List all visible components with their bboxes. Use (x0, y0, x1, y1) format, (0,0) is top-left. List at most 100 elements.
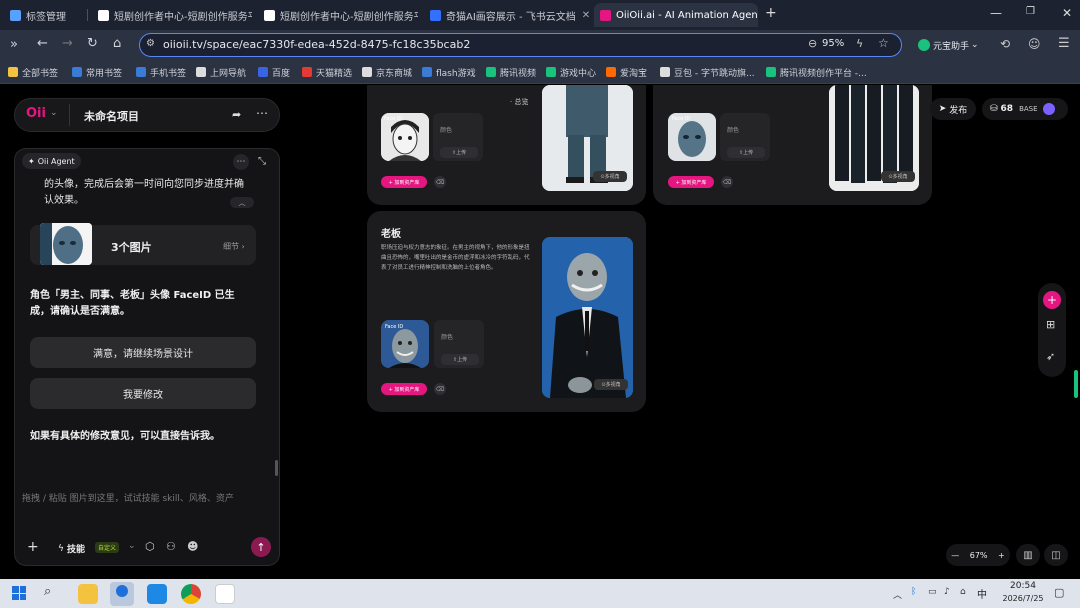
tab-overview[interactable]: · 总览 (510, 97, 528, 107)
qq-icon[interactable] (215, 584, 235, 604)
forward-icon[interactable]: → (62, 36, 73, 51)
more-icon[interactable]: ⋯ (233, 154, 249, 170)
battery-icon[interactable]: ▭ (928, 587, 937, 597)
close-icon[interactable]: ✕ (576, 10, 589, 21)
emoji-icon[interactable]: ☻ (187, 540, 198, 553)
publish-button[interactable]: ➤ 发布 (930, 98, 976, 120)
back-icon[interactable]: ← (37, 36, 48, 51)
chat-input[interactable]: 拖拽 / 粘贴 图片到这里，试试技能 skill、风格、资产 (22, 492, 272, 506)
zoom-out-icon[interactable]: — (951, 551, 959, 560)
notification-icon[interactable]: ▢ (1054, 586, 1064, 599)
app-logo[interactable]: Oii (26, 106, 46, 121)
volume-icon[interactable]: ♪ (944, 587, 950, 597)
delete-icon[interactable]: ⌫ (721, 176, 733, 188)
clock-time[interactable]: 20:54 (1003, 581, 1043, 591)
upload-button[interactable]: ⇪ 上传 (727, 147, 765, 158)
new-tab-button[interactable]: + (765, 5, 777, 21)
project-title[interactable]: 未命名项目 (84, 108, 139, 124)
tab-tag-manager[interactable]: 标签管理 (4, 3, 88, 27)
map-icon[interactable]: ▥ (1016, 544, 1040, 566)
multiview-button[interactable]: ⊙ 多视角 (881, 171, 915, 182)
clock-date[interactable]: 2026/7/25 (996, 594, 1050, 603)
people-icon[interactable]: ⚇ (166, 540, 176, 553)
profile-icon[interactable]: ☺ (1028, 37, 1041, 51)
zoom-in-icon[interactable]: + (998, 551, 1005, 560)
sidebar-toggle-icon[interactable]: » (10, 37, 18, 52)
share-icon[interactable]: ➦ (232, 108, 241, 121)
bookmark-games[interactable]: 游戏中心 (546, 65, 596, 79)
add-to-assets-button[interactable]: + 加到资产库 (381, 176, 427, 188)
upload-button[interactable]: ⇪ 上传 (440, 147, 478, 158)
detail-link[interactable]: 细节 › (223, 241, 245, 252)
bookmark-mobile[interactable]: 手机书签 (136, 65, 186, 79)
bookmark-all[interactable]: 全部书签 (8, 65, 58, 79)
explorer-icon[interactable] (78, 584, 98, 604)
ime-indicator[interactable]: 中 (977, 586, 987, 601)
chrome-icon[interactable] (181, 584, 201, 604)
delete-icon[interactable]: ⌫ (434, 383, 446, 395)
multiview-button[interactable]: ⊙ 多视角 (594, 379, 628, 390)
skills-button[interactable]: ϟ 技能 (58, 542, 85, 556)
character-fullbody-boss[interactable] (542, 237, 633, 398)
zoom-level[interactable]: 95% (822, 38, 844, 49)
chat-scrollbar[interactable] (275, 460, 278, 476)
cube-icon[interactable]: ⬡ (145, 540, 155, 553)
tab-drama-center-1[interactable]: 短剧创作者中心-短剧创作服务平台 ✕ (92, 3, 252, 27)
bookmark-tencent-video[interactable]: 腾讯视频 (486, 65, 536, 79)
minimize-icon[interactable]: — (990, 6, 1002, 20)
bookmark-baidu[interactable]: 百度 (258, 65, 290, 79)
panel-icon[interactable]: ◫ (1044, 544, 1068, 566)
satisfied-button[interactable]: 满意，请继续场景设计 (30, 337, 256, 368)
close-window-icon[interactable]: ✕ (1062, 6, 1072, 20)
menu-icon[interactable]: ☰ (1058, 36, 1070, 51)
bluetooth-icon[interactable]: ᛒ (911, 587, 916, 597)
add-node-button[interactable]: + (1043, 291, 1061, 309)
canvas-scrollbar[interactable] (1074, 370, 1078, 398)
url-text[interactable]: oiioii.tv/space/eac7330f-edea-452d-8475-… (163, 38, 470, 51)
tab-feishu-doc[interactable]: 奇猫AI画容展示 - 飞书云文档 ✕ (424, 3, 589, 27)
bolt-icon[interactable]: ϟ (856, 37, 863, 50)
site-info-icon[interactable]: ⚙ (146, 38, 155, 49)
extensions-icon[interactable]: ⟲ (1000, 37, 1010, 51)
tab-oiioii[interactable]: OiiOii.ai - AI Animation Agen ✕ (594, 3, 758, 27)
delete-icon[interactable]: ⌫ (434, 176, 446, 188)
upload-button[interactable]: ⇪ 上传 (441, 354, 479, 365)
bookmark-common[interactable]: 常用书签 (72, 65, 122, 79)
zoom-icon[interactable]: ⊖ (808, 37, 817, 50)
custom-badge[interactable]: 自定义 (95, 542, 120, 553)
assistant-button[interactable]: 元宝助手 ⌄ (918, 37, 980, 53)
bookmark-nav[interactable]: 上网导航 (196, 65, 246, 79)
bookmark-jd[interactable]: 京东商城 (362, 65, 412, 79)
send-button[interactable]: ↑ (251, 537, 271, 557)
maximize-icon[interactable]: ❐ (1026, 6, 1035, 17)
collapse-icon[interactable]: ⤡ (258, 156, 266, 167)
multiview-button[interactable]: ⊙ 多视角 (593, 171, 627, 182)
network-icon[interactable]: ⌂ (960, 587, 966, 597)
windows-start-icon[interactable] (12, 586, 26, 600)
add-to-assets-button[interactable]: + 加到资产库 (668, 176, 714, 188)
tray-chevron-icon[interactable]: ︿ (893, 588, 902, 601)
add-to-assets-button[interactable]: + 加到资产库 (381, 383, 427, 395)
search-icon[interactable]: ⌕ (44, 584, 51, 599)
more-icon[interactable]: ⋯ (256, 106, 268, 120)
modify-button[interactable]: 我要修改 (30, 378, 256, 409)
reload-icon[interactable]: ↻ (87, 36, 98, 51)
bookmark-aitaobao[interactable]: 爱淘宝 (606, 65, 647, 79)
chevron-down-icon[interactable]: ⌄ (50, 108, 58, 118)
bookmark-doubao[interactable]: 豆包 - 字节跳动旗... (660, 65, 755, 79)
collapse-up-icon[interactable]: ︿ (230, 197, 254, 208)
zoom-level[interactable]: 67% (970, 551, 988, 560)
star-icon[interactable]: ☆ (878, 36, 889, 50)
tab-drama-center-2[interactable]: 短剧创作者中心-短剧创作服务平台 ✕ (258, 3, 418, 27)
cursor-icon[interactable]: ➶ (1046, 350, 1055, 363)
bookmark-flash[interactable]: flash游戏 (422, 65, 476, 79)
add-icon[interactable]: + (27, 539, 39, 555)
app-taskbar-icon[interactable] (147, 584, 167, 604)
credits-badge[interactable]: ⛁ 68 BASE (982, 98, 1068, 120)
bookmark-tmall[interactable]: 天猫精选 (302, 65, 352, 79)
bookmark-tencent-creator[interactable]: 腾讯视频创作平台 -... (766, 65, 867, 79)
home-icon[interactable]: ⌂ (113, 36, 121, 51)
layout-icon[interactable]: ⊞ (1046, 318, 1055, 331)
chevron-down-icon[interactable]: ⌄ (128, 541, 136, 551)
tab-favicon (264, 9, 275, 21)
